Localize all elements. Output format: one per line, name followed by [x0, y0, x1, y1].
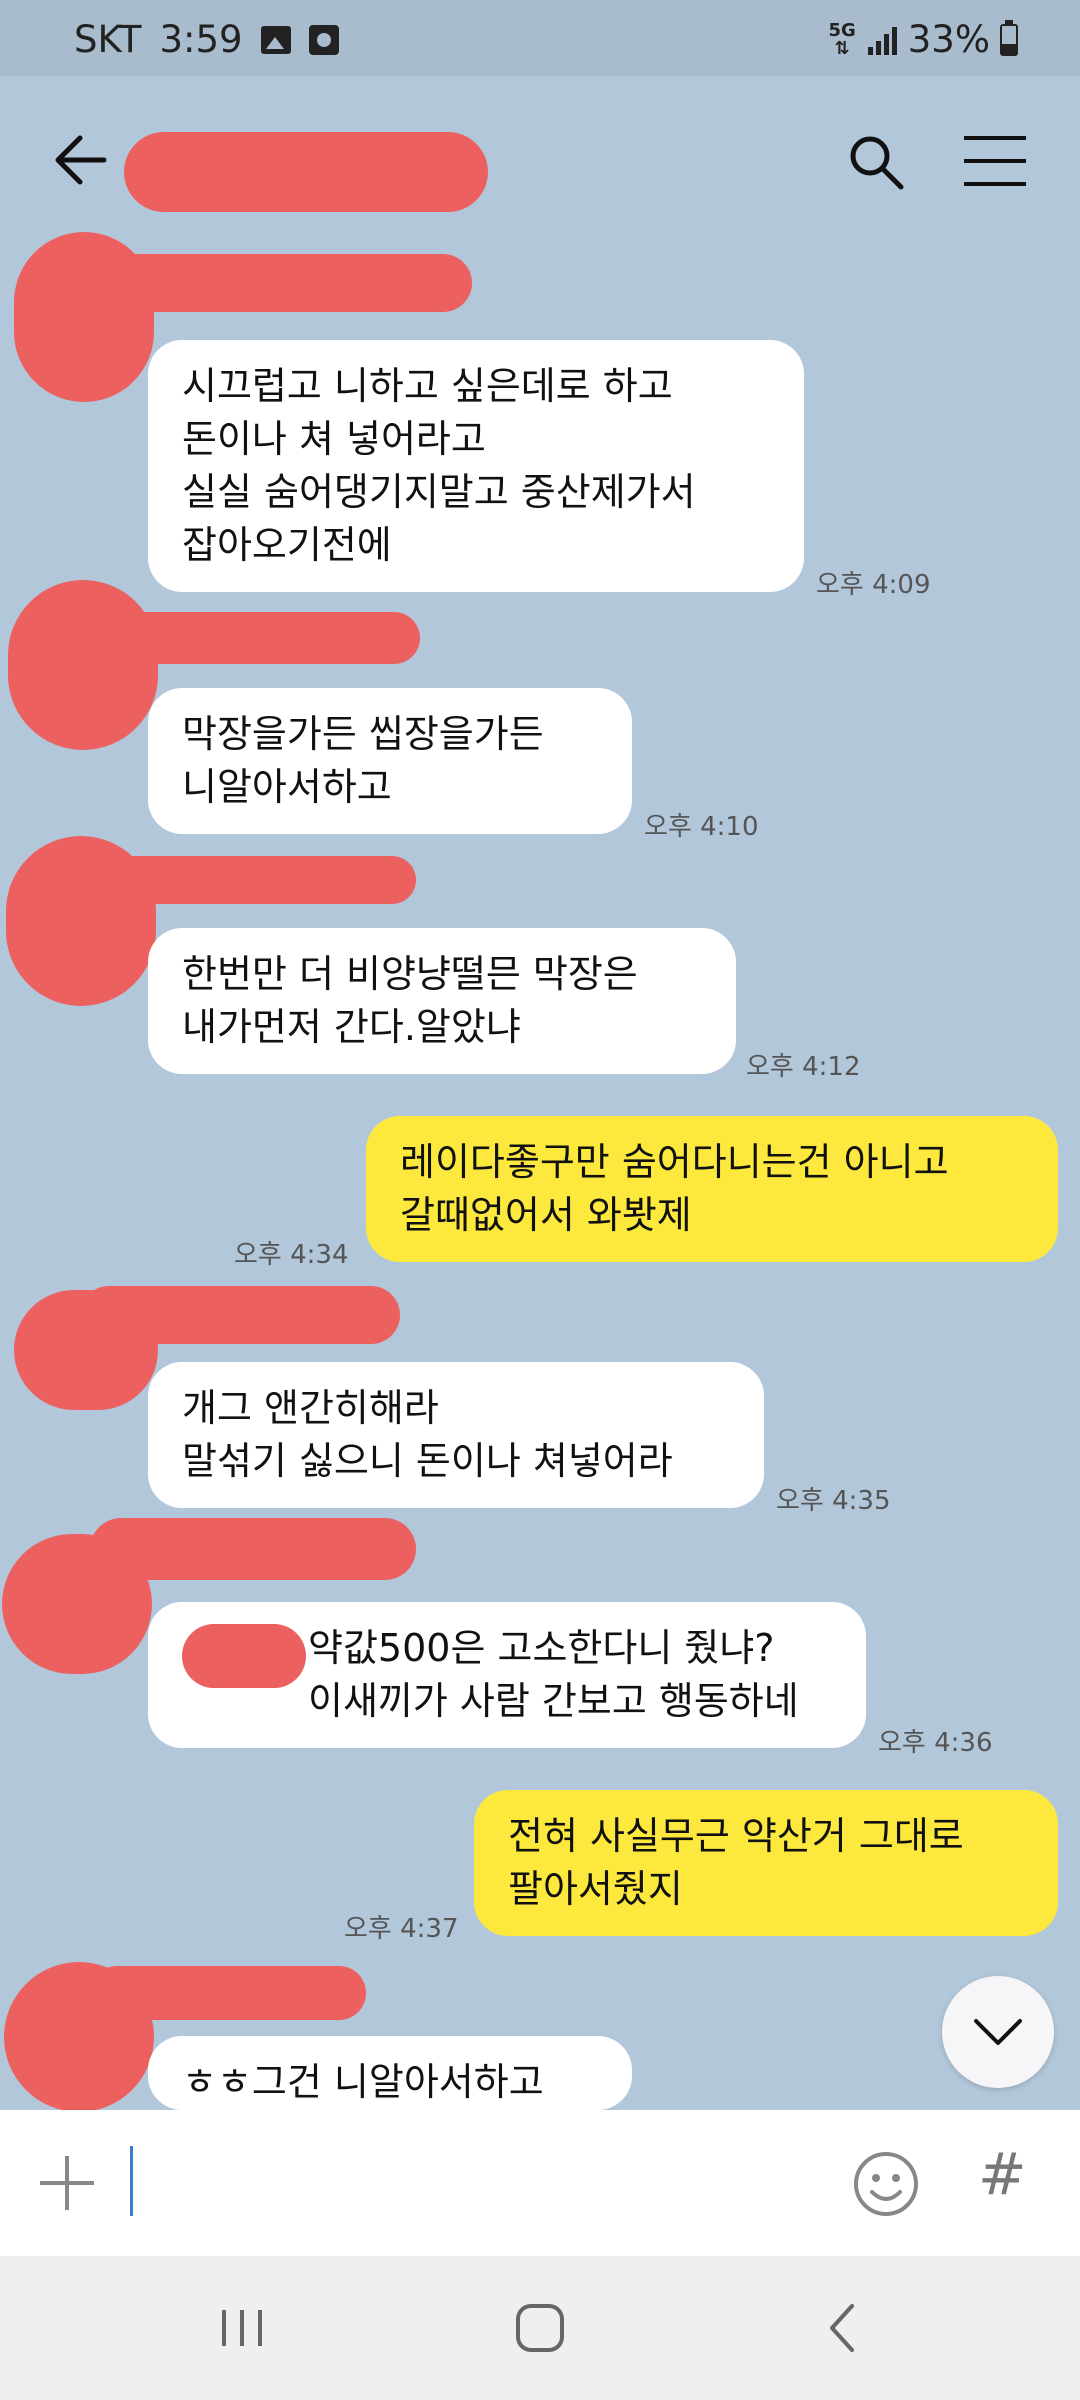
search-icon[interactable]: [846, 132, 906, 192]
chevron-down-icon: [974, 2019, 1022, 2045]
arrow-left-icon[interactable]: [52, 132, 112, 188]
message-bubble-incoming[interactable]: 개그 앤간히해라 말섞기 싫으니 돈이나 쳐넣어라: [148, 1362, 764, 1508]
message-input-bar: #: [0, 2110, 1080, 2256]
redacted-avatar: [8, 580, 158, 750]
home-icon[interactable]: [508, 2296, 572, 2360]
system-navigation-bar: [0, 2256, 1080, 2400]
message-input[interactable]: [128, 2146, 808, 2220]
battery-icon: [1000, 19, 1018, 56]
recent-apps-icon[interactable]: [210, 2296, 274, 2360]
message-bubble-outgoing[interactable]: 레이다좋구만 숨어다니는건 아니고 갈때없어서 와봣제: [366, 1116, 1058, 1262]
redacted-sender-name: [90, 1518, 416, 1580]
network-5g-icon: 5G ⇅: [828, 19, 856, 59]
smiley-icon[interactable]: [852, 2150, 920, 2218]
battery-percent: 33%: [907, 18, 990, 61]
message-timestamp: 오후 4:12: [746, 1052, 861, 1082]
back-icon[interactable]: [812, 2296, 876, 2360]
plus-icon[interactable]: [36, 2152, 98, 2214]
message-bubble-incoming[interactable]: ㅎㅎ그건 니알아서하고: [148, 2036, 632, 2110]
message-bubble-incoming[interactable]: 막장을가든 씹장을가든 니알아서하고: [148, 688, 632, 834]
network-label: 5G: [828, 19, 856, 41]
message-bubble-incoming[interactable]: 한번만 더 비양냥떨믄 막장은 내가먼저 간다.알았냐: [148, 928, 736, 1074]
status-bar: SKT 3:59 5G ⇅ 33%: [0, 0, 1080, 76]
hamburger-menu-icon[interactable]: [962, 134, 1028, 188]
status-right: 5G ⇅ 33%: [828, 18, 1018, 61]
message-timestamp: 오후 4:37: [344, 1914, 459, 1944]
redacted-sender-name: [90, 856, 416, 904]
message-timestamp: 오후 4:09: [816, 570, 931, 600]
redacted-sender-name: [90, 612, 420, 664]
message-bubble-incoming[interactable]: 시끄럽고 니하고 싶은데로 하고 돈이나 쳐 넣어라고 실실 숨어댕기지말고 중…: [148, 340, 804, 592]
record-notification-icon: [308, 24, 339, 55]
status-left: SKT 3:59: [74, 18, 339, 61]
redacted-sender-name: [90, 1966, 366, 2020]
hash-icon[interactable]: #: [978, 2140, 1027, 2208]
image-notification-icon: [260, 25, 291, 54]
message-timestamp: 오후 4:36: [878, 1728, 993, 1758]
message-bubble-outgoing[interactable]: 전혀 사실무근 약산거 그대로 팔아서줬지: [474, 1790, 1058, 1936]
redacted-title: [124, 132, 488, 212]
text-cursor: [130, 2146, 133, 2216]
message-timestamp: 오후 4:10: [644, 812, 759, 842]
signal-icon: [867, 26, 897, 55]
scroll-to-bottom-button[interactable]: [942, 1976, 1054, 2088]
redacted-sender-name: [90, 254, 472, 312]
redacted-sender-name: [80, 1286, 400, 1344]
redacted-name-in-message: [182, 1624, 306, 1688]
message-timestamp: 오후 4:35: [776, 1486, 891, 1516]
message-timestamp: 오후 4:34: [234, 1240, 349, 1270]
clock: 3:59: [159, 18, 243, 61]
carrier-label: SKT: [74, 18, 142, 61]
